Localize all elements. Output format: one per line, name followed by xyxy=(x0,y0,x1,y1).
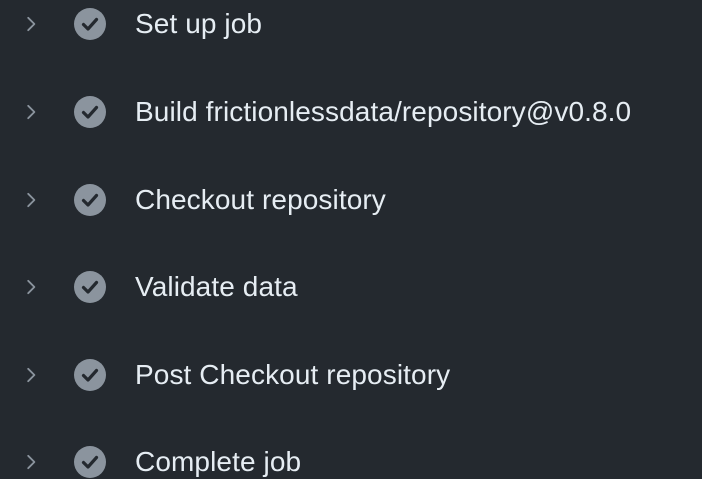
step-label: Checkout repository xyxy=(135,184,386,215)
check-circle-icon xyxy=(73,95,107,129)
check-circle-icon xyxy=(73,7,107,41)
step-checkout-repository[interactable]: Checkout repository xyxy=(0,172,702,228)
step-label: Build frictionlessdata/repository@v0.8.0 xyxy=(135,96,632,127)
step-label: Set up job xyxy=(135,8,263,39)
step-build-repository[interactable]: Build frictionlessdata/repository@v0.8.0 xyxy=(0,84,702,140)
check-circle-icon xyxy=(73,183,107,217)
check-circle-icon xyxy=(73,270,107,304)
job-steps-list: Set up job Build frictionlessdata/reposi… xyxy=(0,0,702,479)
step-validate-data[interactable]: Validate data xyxy=(0,259,702,315)
chevron-right-icon[interactable] xyxy=(20,101,42,123)
step-set-up-job[interactable]: Set up job xyxy=(0,0,702,52)
chevron-right-icon[interactable] xyxy=(20,276,42,298)
chevron-right-icon[interactable] xyxy=(20,13,42,35)
step-label: Post Checkout repository xyxy=(135,359,451,390)
check-circle-icon xyxy=(73,358,107,392)
check-circle-icon xyxy=(73,445,107,479)
chevron-right-icon[interactable] xyxy=(20,364,42,386)
step-label: Validate data xyxy=(135,271,298,302)
chevron-right-icon[interactable] xyxy=(20,189,42,211)
chevron-right-icon[interactable] xyxy=(20,451,42,473)
step-complete-job[interactable]: Complete job xyxy=(0,434,702,479)
step-label: Complete job xyxy=(135,446,302,477)
step-post-checkout-repository[interactable]: Post Checkout repository xyxy=(0,347,702,403)
